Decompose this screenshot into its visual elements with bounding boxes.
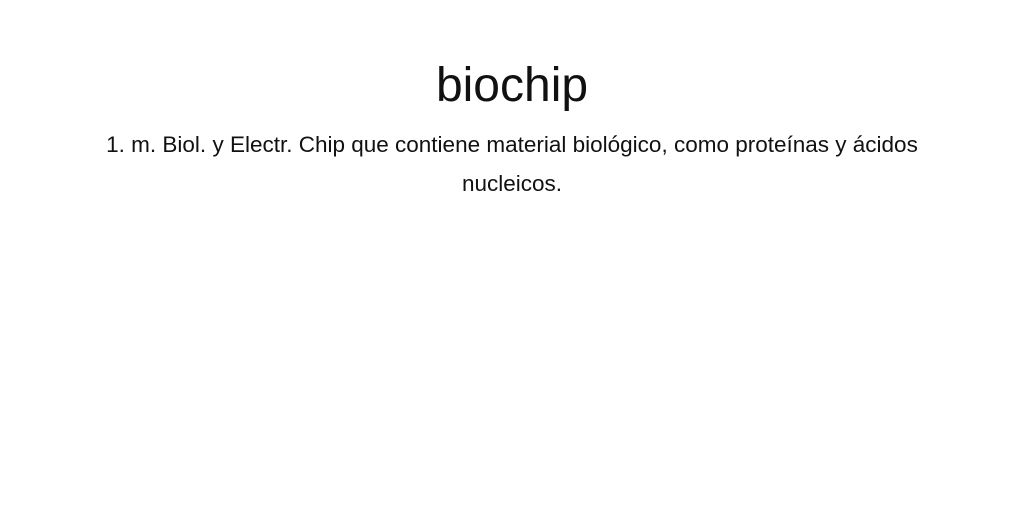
definition-text: 1. m. Biol. y Electr. Chip que contiene … <box>106 132 918 196</box>
headword: biochip <box>435 59 589 112</box>
